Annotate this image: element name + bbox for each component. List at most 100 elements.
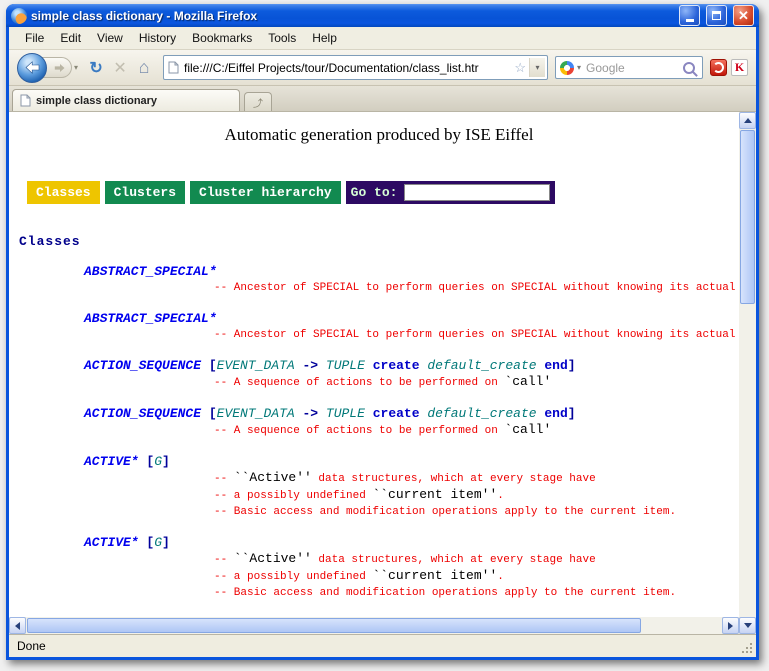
- code-segment: ``current item'': [372, 568, 497, 583]
- code-segment: .: [497, 571, 504, 583]
- scroll-right-button[interactable]: [722, 617, 739, 634]
- class-entry: ACTIVE* [G]-- ``Active'' data structures…: [19, 454, 739, 520]
- goto-input[interactable]: [404, 184, 550, 201]
- section-title-classes: Classes: [19, 234, 739, 249]
- class-comment-line: -- ``Active'' data structures, which at …: [214, 551, 739, 568]
- menu-item-view[interactable]: View: [89, 28, 131, 48]
- code-segment: ABSTRACT_SPECIAL*: [84, 311, 217, 326]
- page-heading: Automatic generation produced by ISE Eif…: [19, 125, 739, 145]
- doc-button-cluster-hierarchy[interactable]: Cluster hierarchy: [190, 181, 341, 204]
- reload-button[interactable]: ↻: [84, 56, 108, 80]
- code-segment: ]: [568, 406, 576, 421]
- class-name-line[interactable]: ACTIVE* [G]: [84, 535, 739, 551]
- class-name-line[interactable]: ABSTRACT_SPECIAL*: [84, 264, 739, 280]
- code-segment: -- Basic access and modification operati…: [214, 587, 676, 599]
- back-button[interactable]: [17, 53, 47, 83]
- code-segment: [365, 358, 373, 373]
- code-segment: [365, 406, 373, 421]
- code-segment: -- a possibly undefined: [214, 490, 372, 502]
- scroll-down-icon: [744, 623, 752, 628]
- url-dropdown-button[interactable]: ▾: [529, 58, 545, 77]
- class-comment-line: -- Ancestor of SPECIAL to perform querie…: [214, 327, 739, 343]
- vertical-scrollbar[interactable]: [739, 112, 756, 634]
- stop-button[interactable]: ✕: [108, 56, 132, 80]
- new-tab-stub[interactable]: ⤴: [244, 92, 272, 111]
- scroll-up-button[interactable]: [739, 112, 756, 129]
- home-button[interactable]: ⌂: [132, 56, 156, 80]
- doc-button-clusters[interactable]: Clusters: [105, 181, 185, 204]
- resize-grip[interactable]: [740, 641, 753, 654]
- firefox-icon: [11, 8, 27, 24]
- forward-arrow-icon: [54, 63, 65, 73]
- code-segment: --: [214, 473, 234, 485]
- url-input[interactable]: [182, 60, 511, 76]
- scroll-down-button[interactable]: [739, 617, 756, 634]
- page-icon: [168, 61, 179, 74]
- vertical-scroll-thumb[interactable]: [740, 130, 755, 304]
- address-bar[interactable]: ☆ ▾: [163, 55, 548, 80]
- code-segment: -- a possibly undefined: [214, 571, 372, 583]
- class-comment-line: -- a possibly undefined ``current item''…: [214, 568, 739, 585]
- goto-label: Go to:: [351, 185, 398, 200]
- doc-nav-buttons: ClassesClustersCluster hierarchy: [27, 181, 346, 204]
- class-comment-line: -- A sequence of actions to be performed…: [214, 374, 739, 391]
- class-name-line[interactable]: ACTIVE* [G]: [84, 454, 739, 470]
- code-segment: create: [373, 358, 420, 373]
- horizontal-scrollbar[interactable]: [9, 617, 739, 634]
- code-segment: G: [154, 535, 162, 550]
- scroll-left-button[interactable]: [9, 617, 26, 634]
- addon-icon[interactable]: [710, 59, 727, 76]
- code-segment: `call': [504, 374, 551, 389]
- class-entry: ACTIVE* [G]-- ``Active'' data structures…: [19, 535, 739, 601]
- horizontal-scroll-track[interactable]: [26, 617, 722, 634]
- code-segment: --: [214, 554, 234, 566]
- scroll-up-icon: [744, 118, 752, 123]
- maximize-button[interactable]: [706, 5, 727, 26]
- vertical-scroll-track[interactable]: [739, 129, 756, 617]
- code-segment: [201, 358, 209, 373]
- code-segment: ACTIVE*: [84, 535, 139, 550]
- menu-bar: FileEditViewHistoryBookmarksToolsHelp: [9, 27, 756, 50]
- search-bar[interactable]: ▾: [555, 56, 703, 79]
- code-segment: ->: [295, 358, 326, 373]
- class-name-line[interactable]: ABSTRACT_SPECIAL*: [84, 311, 739, 327]
- tab-simple-class-dictionary[interactable]: simple class dictionary: [12, 89, 240, 111]
- doc-button-classes[interactable]: Classes: [27, 181, 100, 204]
- menu-item-tools[interactable]: Tools: [260, 28, 304, 48]
- bookmark-star-icon[interactable]: ☆: [514, 60, 526, 76]
- code-segment: `call': [504, 422, 551, 437]
- status-bar: Done: [9, 634, 756, 657]
- code-segment: ]: [162, 535, 170, 550]
- google-engine-icon[interactable]: [560, 61, 574, 75]
- history-dropdown-icon[interactable]: ▾: [74, 63, 78, 72]
- class-name-line[interactable]: ACTION_SEQUENCE [EVENT_DATA -> TUPLE cre…: [84, 358, 739, 374]
- menu-item-help[interactable]: Help: [304, 28, 345, 48]
- menu-item-edit[interactable]: Edit: [52, 28, 89, 48]
- menu-item-file[interactable]: File: [17, 28, 52, 48]
- code-segment: [: [209, 406, 217, 421]
- class-name-line[interactable]: ACTION_SEQUENCE [EVENT_DATA -> TUPLE cre…: [84, 406, 739, 422]
- kaspersky-icon[interactable]: K: [731, 59, 748, 76]
- code-segment: end: [544, 406, 567, 421]
- search-magnifier-icon[interactable]: [683, 62, 695, 74]
- code-segment: TUPLE: [326, 406, 365, 421]
- horizontal-scroll-thumb[interactable]: [27, 618, 641, 633]
- class-comment-line: -- a possibly undefined ``current item''…: [214, 487, 739, 504]
- close-icon: ✕: [738, 8, 749, 24]
- class-comment-line: -- A sequence of actions to be performed…: [214, 422, 739, 439]
- code-segment: [: [209, 358, 217, 373]
- search-engine-dropdown-icon[interactable]: ▾: [577, 63, 581, 72]
- class-entry: ACTION_SEQUENCE [EVENT_DATA -> TUPLE cre…: [19, 358, 739, 391]
- code-segment: ->: [295, 406, 326, 421]
- code-segment: -- Ancestor of SPECIAL to perform querie…: [214, 329, 739, 341]
- menu-item-bookmarks[interactable]: Bookmarks: [184, 28, 260, 48]
- menu-item-history[interactable]: History: [131, 28, 184, 48]
- scroll-right-icon: [728, 622, 733, 630]
- minimize-button[interactable]: [679, 5, 700, 26]
- code-segment: TUPLE: [326, 358, 365, 373]
- search-input[interactable]: [584, 60, 680, 76]
- title-bar[interactable]: simple class dictionary - Mozilla Firefo…: [6, 4, 759, 27]
- content-area: Automatic generation produced by ISE Eif…: [9, 112, 756, 634]
- code-segment: G: [154, 454, 162, 469]
- close-button[interactable]: ✕: [733, 5, 754, 26]
